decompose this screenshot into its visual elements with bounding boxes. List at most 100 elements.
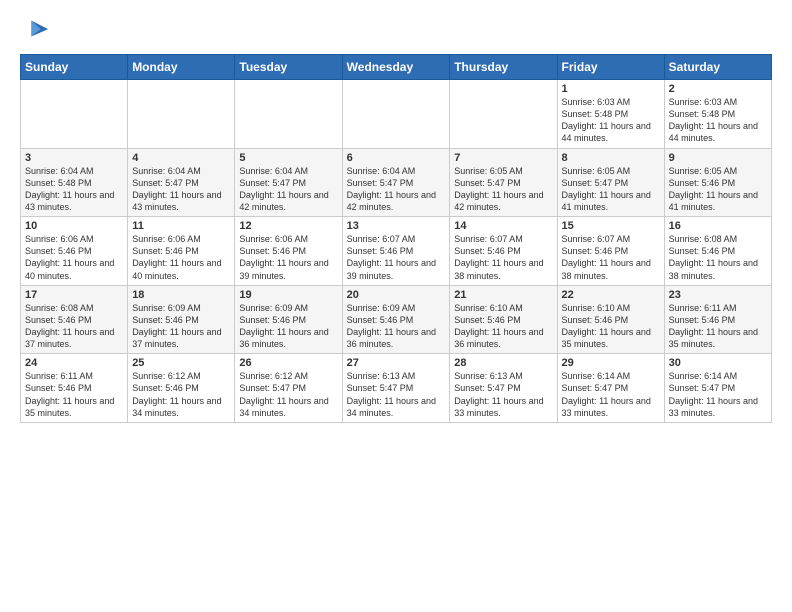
calendar: SundayMondayTuesdayWednesdayThursdayFrid…: [20, 54, 772, 423]
day-cell: [450, 80, 557, 149]
weekday-header-row: SundayMondayTuesdayWednesdayThursdayFrid…: [21, 55, 772, 80]
day-number: 29: [562, 357, 660, 369]
day-cell: 13Sunrise: 6:07 AM Sunset: 5:46 PM Dayli…: [342, 217, 450, 286]
day-info: Sunrise: 6:06 AM Sunset: 5:46 PM Dayligh…: [132, 233, 230, 282]
day-number: 10: [25, 220, 123, 232]
weekday-header-friday: Friday: [557, 55, 664, 80]
week-row-3: 10Sunrise: 6:06 AM Sunset: 5:46 PM Dayli…: [21, 217, 772, 286]
day-info: Sunrise: 6:09 AM Sunset: 5:46 PM Dayligh…: [132, 302, 230, 351]
day-number: 5: [239, 152, 337, 164]
day-cell: 18Sunrise: 6:09 AM Sunset: 5:46 PM Dayli…: [128, 285, 235, 354]
day-cell: 30Sunrise: 6:14 AM Sunset: 5:47 PM Dayli…: [664, 354, 771, 423]
day-number: 14: [454, 220, 552, 232]
day-info: Sunrise: 6:07 AM Sunset: 5:46 PM Dayligh…: [454, 233, 552, 282]
day-info: Sunrise: 6:08 AM Sunset: 5:46 PM Dayligh…: [669, 233, 767, 282]
day-info: Sunrise: 6:07 AM Sunset: 5:46 PM Dayligh…: [347, 233, 446, 282]
day-number: 16: [669, 220, 767, 232]
day-info: Sunrise: 6:14 AM Sunset: 5:47 PM Dayligh…: [669, 370, 767, 419]
weekday-header-thursday: Thursday: [450, 55, 557, 80]
day-number: 30: [669, 357, 767, 369]
day-cell: 12Sunrise: 6:06 AM Sunset: 5:46 PM Dayli…: [235, 217, 342, 286]
day-number: 18: [132, 289, 230, 301]
day-info: Sunrise: 6:04 AM Sunset: 5:47 PM Dayligh…: [132, 165, 230, 214]
day-number: 8: [562, 152, 660, 164]
logo-text: [20, 16, 50, 44]
header: [20, 16, 772, 44]
day-number: 1: [562, 83, 660, 95]
day-info: Sunrise: 6:14 AM Sunset: 5:47 PM Dayligh…: [562, 370, 660, 419]
day-cell: 4Sunrise: 6:04 AM Sunset: 5:47 PM Daylig…: [128, 148, 235, 217]
page: SundayMondayTuesdayWednesdayThursdayFrid…: [0, 0, 792, 433]
day-cell: [235, 80, 342, 149]
day-info: Sunrise: 6:12 AM Sunset: 5:46 PM Dayligh…: [132, 370, 230, 419]
day-info: Sunrise: 6:10 AM Sunset: 5:46 PM Dayligh…: [454, 302, 552, 351]
day-cell: 5Sunrise: 6:04 AM Sunset: 5:47 PM Daylig…: [235, 148, 342, 217]
day-info: Sunrise: 6:05 AM Sunset: 5:46 PM Dayligh…: [669, 165, 767, 214]
day-info: Sunrise: 6:06 AM Sunset: 5:46 PM Dayligh…: [239, 233, 337, 282]
day-number: 9: [669, 152, 767, 164]
day-cell: 25Sunrise: 6:12 AM Sunset: 5:46 PM Dayli…: [128, 354, 235, 423]
day-number: 12: [239, 220, 337, 232]
day-cell: 10Sunrise: 6:06 AM Sunset: 5:46 PM Dayli…: [21, 217, 128, 286]
day-cell: 16Sunrise: 6:08 AM Sunset: 5:46 PM Dayli…: [664, 217, 771, 286]
day-cell: 3Sunrise: 6:04 AM Sunset: 5:48 PM Daylig…: [21, 148, 128, 217]
day-cell: 29Sunrise: 6:14 AM Sunset: 5:47 PM Dayli…: [557, 354, 664, 423]
day-info: Sunrise: 6:03 AM Sunset: 5:48 PM Dayligh…: [562, 96, 660, 145]
day-info: Sunrise: 6:09 AM Sunset: 5:46 PM Dayligh…: [239, 302, 337, 351]
day-info: Sunrise: 6:11 AM Sunset: 5:46 PM Dayligh…: [25, 370, 123, 419]
logo-area: [20, 16, 50, 44]
day-info: Sunrise: 6:11 AM Sunset: 5:46 PM Dayligh…: [669, 302, 767, 351]
day-number: 17: [25, 289, 123, 301]
week-row-4: 17Sunrise: 6:08 AM Sunset: 5:46 PM Dayli…: [21, 285, 772, 354]
day-number: 15: [562, 220, 660, 232]
day-cell: 28Sunrise: 6:13 AM Sunset: 5:47 PM Dayli…: [450, 354, 557, 423]
day-number: 2: [669, 83, 767, 95]
day-info: Sunrise: 6:12 AM Sunset: 5:47 PM Dayligh…: [239, 370, 337, 419]
day-cell: 6Sunrise: 6:04 AM Sunset: 5:47 PM Daylig…: [342, 148, 450, 217]
day-cell: 14Sunrise: 6:07 AM Sunset: 5:46 PM Dayli…: [450, 217, 557, 286]
day-info: Sunrise: 6:03 AM Sunset: 5:48 PM Dayligh…: [669, 96, 767, 145]
day-cell: 21Sunrise: 6:10 AM Sunset: 5:46 PM Dayli…: [450, 285, 557, 354]
weekday-header-saturday: Saturday: [664, 55, 771, 80]
day-number: 22: [562, 289, 660, 301]
week-row-5: 24Sunrise: 6:11 AM Sunset: 5:46 PM Dayli…: [21, 354, 772, 423]
day-info: Sunrise: 6:10 AM Sunset: 5:46 PM Dayligh…: [562, 302, 660, 351]
day-number: 27: [347, 357, 446, 369]
day-info: Sunrise: 6:06 AM Sunset: 5:46 PM Dayligh…: [25, 233, 123, 282]
day-info: Sunrise: 6:05 AM Sunset: 5:47 PM Dayligh…: [562, 165, 660, 214]
day-number: 3: [25, 152, 123, 164]
day-info: Sunrise: 6:04 AM Sunset: 5:47 PM Dayligh…: [239, 165, 337, 214]
day-info: Sunrise: 6:07 AM Sunset: 5:46 PM Dayligh…: [562, 233, 660, 282]
day-number: 20: [347, 289, 446, 301]
day-cell: 23Sunrise: 6:11 AM Sunset: 5:46 PM Dayli…: [664, 285, 771, 354]
day-cell: 17Sunrise: 6:08 AM Sunset: 5:46 PM Dayli…: [21, 285, 128, 354]
day-cell: 1Sunrise: 6:03 AM Sunset: 5:48 PM Daylig…: [557, 80, 664, 149]
day-number: 23: [669, 289, 767, 301]
day-number: 7: [454, 152, 552, 164]
day-info: Sunrise: 6:13 AM Sunset: 5:47 PM Dayligh…: [347, 370, 446, 419]
day-info: Sunrise: 6:09 AM Sunset: 5:46 PM Dayligh…: [347, 302, 446, 351]
week-row-2: 3Sunrise: 6:04 AM Sunset: 5:48 PM Daylig…: [21, 148, 772, 217]
week-row-1: 1Sunrise: 6:03 AM Sunset: 5:48 PM Daylig…: [21, 80, 772, 149]
day-cell: 15Sunrise: 6:07 AM Sunset: 5:46 PM Dayli…: [557, 217, 664, 286]
day-info: Sunrise: 6:04 AM Sunset: 5:47 PM Dayligh…: [347, 165, 446, 214]
weekday-header-wednesday: Wednesday: [342, 55, 450, 80]
day-info: Sunrise: 6:08 AM Sunset: 5:46 PM Dayligh…: [25, 302, 123, 351]
day-cell: 27Sunrise: 6:13 AM Sunset: 5:47 PM Dayli…: [342, 354, 450, 423]
day-cell: 2Sunrise: 6:03 AM Sunset: 5:48 PM Daylig…: [664, 80, 771, 149]
day-cell: 24Sunrise: 6:11 AM Sunset: 5:46 PM Dayli…: [21, 354, 128, 423]
day-number: 25: [132, 357, 230, 369]
day-number: 21: [454, 289, 552, 301]
weekday-header-tuesday: Tuesday: [235, 55, 342, 80]
day-number: 6: [347, 152, 446, 164]
day-cell: 19Sunrise: 6:09 AM Sunset: 5:46 PM Dayli…: [235, 285, 342, 354]
weekday-header-monday: Monday: [128, 55, 235, 80]
day-cell: [342, 80, 450, 149]
day-cell: 8Sunrise: 6:05 AM Sunset: 5:47 PM Daylig…: [557, 148, 664, 217]
day-cell: 22Sunrise: 6:10 AM Sunset: 5:46 PM Dayli…: [557, 285, 664, 354]
day-cell: 9Sunrise: 6:05 AM Sunset: 5:46 PM Daylig…: [664, 148, 771, 217]
day-number: 13: [347, 220, 446, 232]
day-cell: [21, 80, 128, 149]
day-number: 4: [132, 152, 230, 164]
day-info: Sunrise: 6:05 AM Sunset: 5:47 PM Dayligh…: [454, 165, 552, 214]
